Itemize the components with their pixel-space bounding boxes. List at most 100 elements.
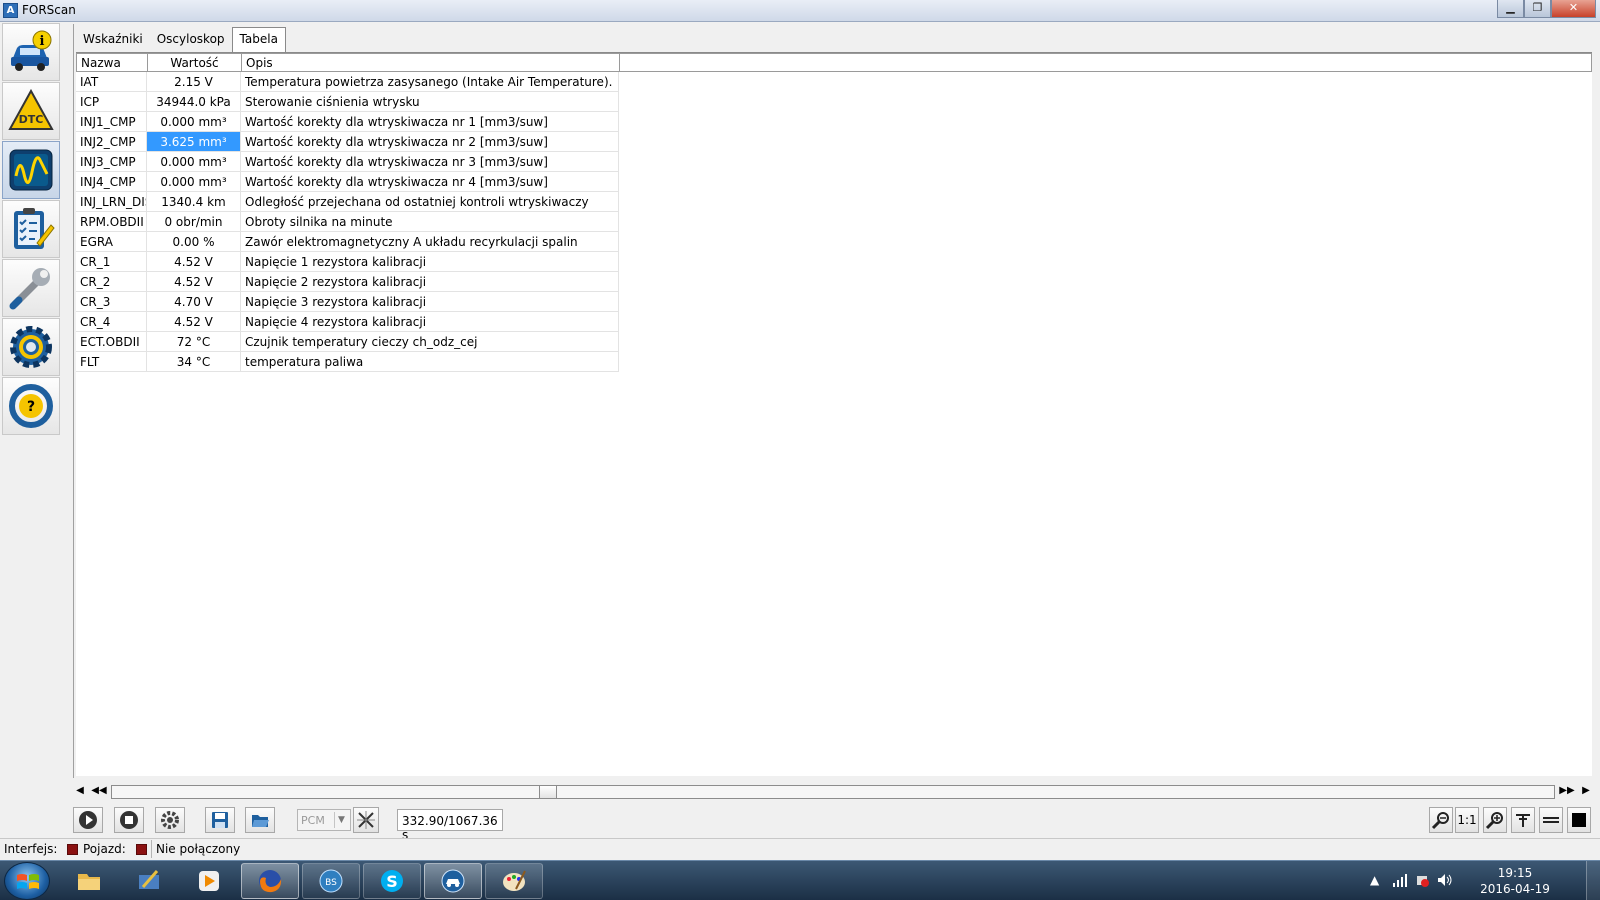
timeline-thumb[interactable] (539, 785, 557, 799)
table-row[interactable]: INJ3_CMP 0.000 mm³ Wartość korekty dla wtr… (76, 152, 619, 172)
cell-name[interactable]: FLT (76, 352, 147, 371)
show-desktop-button[interactable] (1586, 861, 1600, 900)
table-row[interactable]: FLT 34 °C temperatura paliwa (76, 352, 619, 372)
minimize-button[interactable]: ▁ (1497, 0, 1524, 18)
table-row[interactable]: ECT.OBDII 72 °C Czujnik temperatury cieczy… (76, 332, 619, 352)
cell-name[interactable]: INJ3_CMP (76, 152, 147, 171)
open-button[interactable] (245, 807, 275, 833)
show-hidden-icons-button[interactable]: ▲ (1370, 873, 1379, 887)
cell-value[interactable]: 0.000 mm³ (147, 172, 241, 191)
sidebar-item-service[interactable] (2, 259, 60, 317)
vertical-fit-button[interactable] (1511, 807, 1535, 833)
volume-icon[interactable] (1436, 872, 1454, 888)
table-row[interactable]: IAT 2.15 V Temperatura powietrza zasysaneg… (76, 72, 619, 92)
table-row[interactable]: CR_4 4.52 V Napięcie 4 rezystora kalibracj… (76, 312, 619, 332)
cell-value[interactable]: 34944.0 kPa (147, 92, 241, 111)
module-select[interactable]: PCM ▼ (297, 809, 351, 831)
cell-description[interactable]: Napięcie 1 rezystora kalibracji (241, 252, 619, 271)
cell-description[interactable]: Obroty silnika na minute (241, 212, 619, 231)
sidebar-item-help[interactable]: ? (2, 377, 60, 435)
sidebar-item-tests[interactable] (2, 200, 60, 258)
taskbar-explorer[interactable] (60, 863, 118, 899)
taskbar-app-utility[interactable] (120, 863, 178, 899)
cell-name[interactable]: ICP (76, 92, 147, 111)
taskbar-skype[interactable]: S (363, 863, 421, 899)
cell-value[interactable]: 0.000 mm³ (147, 112, 241, 131)
taskbar-firefox[interactable] (241, 863, 299, 899)
cell-description[interactable]: Temperatura powietrza zasysanego (Intake… (241, 72, 619, 91)
cell-name[interactable]: CR_2 (76, 272, 147, 291)
cell-description[interactable]: Sterowanie ciśnienia wtrysku (241, 92, 619, 111)
table-row[interactable]: EGRA 0.00 % Zawór elektromagnetyczny A ukł… (76, 232, 619, 252)
sidebar-item-vehicle-info[interactable]: i (2, 23, 60, 81)
zoom-out-button[interactable] (1429, 807, 1453, 833)
tab-tabela[interactable]: Tabela (231, 27, 286, 52)
cell-value[interactable]: 1340.4 km (147, 192, 241, 211)
cell-description[interactable]: Zawór elektromagnetyczny A układu recyrk… (241, 232, 619, 251)
cell-name[interactable]: CR_4 (76, 312, 147, 331)
cell-value[interactable]: 0.00 % (147, 232, 241, 251)
column-header-description[interactable]: Opis (242, 54, 620, 71)
cell-description[interactable]: Napięcie 4 rezystora kalibracji (241, 312, 619, 331)
start-button[interactable] (4, 862, 50, 900)
table-row[interactable]: CR_2 4.52 V Napięcie 2 rezystora kalibracj… (76, 272, 619, 292)
cell-name[interactable]: CR_3 (76, 292, 147, 311)
scroll-forward-button[interactable]: ▶▶ (1557, 783, 1577, 799)
cell-name[interactable]: INJ_LRN_DIS (76, 192, 147, 211)
cell-value[interactable]: 4.52 V (147, 252, 241, 271)
cell-name[interactable]: INJ1_CMP (76, 112, 147, 131)
cell-description[interactable]: Wartość korekty dla wtryskiwacza nr 4 [m… (241, 172, 619, 191)
cell-value[interactable]: 0 obr/min (147, 212, 241, 231)
maximize-button[interactable]: ❐ (1524, 0, 1551, 18)
power-warning-icon[interactable] (1414, 872, 1430, 888)
timeline-track[interactable] (111, 785, 1555, 799)
save-button[interactable] (205, 807, 235, 833)
taskbar-forscan[interactable] (424, 863, 482, 899)
sidebar-item-oscilloscope[interactable] (2, 141, 60, 199)
network-signal-icon[interactable] (1392, 873, 1408, 887)
taskbar-bs-app[interactable]: BS (302, 863, 360, 899)
cell-description[interactable]: Wartość korekty dla wtryskiwacza nr 3 [m… (241, 152, 619, 171)
table-row[interactable]: INJ_LRN_DIS 1340.4 km Odległość przejechan… (76, 192, 619, 212)
cell-description[interactable]: Wartość korekty dla wtryskiwacza nr 1 [m… (241, 112, 619, 131)
scroll-first-button[interactable]: ◀ (73, 783, 87, 799)
scroll-rewind-button[interactable]: ◀◀ (89, 783, 109, 799)
zoom-in-button[interactable] (1483, 807, 1507, 833)
table-row[interactable]: CR_3 4.70 V Napięcie 3 rezystora kalibracj… (76, 292, 619, 312)
zoom-reset-button[interactable]: 1:1 (1455, 807, 1479, 833)
table-row[interactable]: INJ2_CMP 3.625 mm³ Wartość korekty dla wtr… (76, 132, 619, 152)
fill-button[interactable] (1567, 807, 1591, 833)
cell-value[interactable]: 4.52 V (147, 312, 241, 331)
cell-description[interactable]: temperatura paliwa (241, 352, 619, 371)
table-row[interactable]: INJ4_CMP 0.000 mm³ Wartość korekty dla wtr… (76, 172, 619, 192)
cell-value[interactable]: 2.15 V (147, 72, 241, 91)
taskbar-media-player[interactable] (180, 863, 238, 899)
tab-oscyloskop[interactable]: Oscyloskop (150, 27, 232, 51)
cell-value[interactable]: 4.52 V (147, 272, 241, 291)
cell-value[interactable]: 72 °C (147, 332, 241, 351)
cell-value[interactable]: 4.70 V (147, 292, 241, 311)
horizontal-lines-button[interactable] (1539, 807, 1563, 833)
cell-description[interactable]: Napięcie 2 rezystora kalibracji (241, 272, 619, 291)
table-row[interactable]: ICP 34944.0 kPa Sterowanie ciśnienia wtrys… (76, 92, 619, 112)
table-row[interactable]: INJ1_CMP 0.000 mm³ Wartość korekty dla wtr… (76, 112, 619, 132)
scroll-last-button[interactable]: ▶ (1579, 783, 1593, 799)
settings-button[interactable] (155, 807, 185, 833)
column-header-name[interactable]: Nazwa (77, 54, 148, 71)
table-row[interactable]: RPM.OBDII 0 obr/min Obroty silnika na minu… (76, 212, 619, 232)
sidebar-item-dtc[interactable]: DTC (2, 82, 60, 140)
cell-value[interactable]: 0.000 mm³ (147, 152, 241, 171)
cell-description[interactable]: Odległość przejechana od ostatniej kontr… (241, 192, 619, 211)
cell-name[interactable]: RPM.OBDII (76, 212, 147, 231)
taskbar-clock[interactable]: 19:15 2016-04-19 (1480, 865, 1550, 897)
cell-description[interactable]: Czujnik temperatury cieczy ch_odz_cej (241, 332, 619, 351)
cell-name[interactable]: CR_1 (76, 252, 147, 271)
table-row[interactable]: CR_1 4.52 V Napięcie 1 rezystora kalibracj… (76, 252, 619, 272)
play-button[interactable] (73, 807, 103, 833)
close-button[interactable]: ✕ (1551, 0, 1596, 18)
cell-value[interactable]: 3.625 mm³ (147, 132, 241, 151)
clear-markers-button[interactable] (353, 807, 379, 833)
cell-name[interactable]: INJ2_CMP (76, 132, 147, 151)
cell-name[interactable]: EGRA (76, 232, 147, 251)
cell-name[interactable]: INJ4_CMP (76, 172, 147, 191)
